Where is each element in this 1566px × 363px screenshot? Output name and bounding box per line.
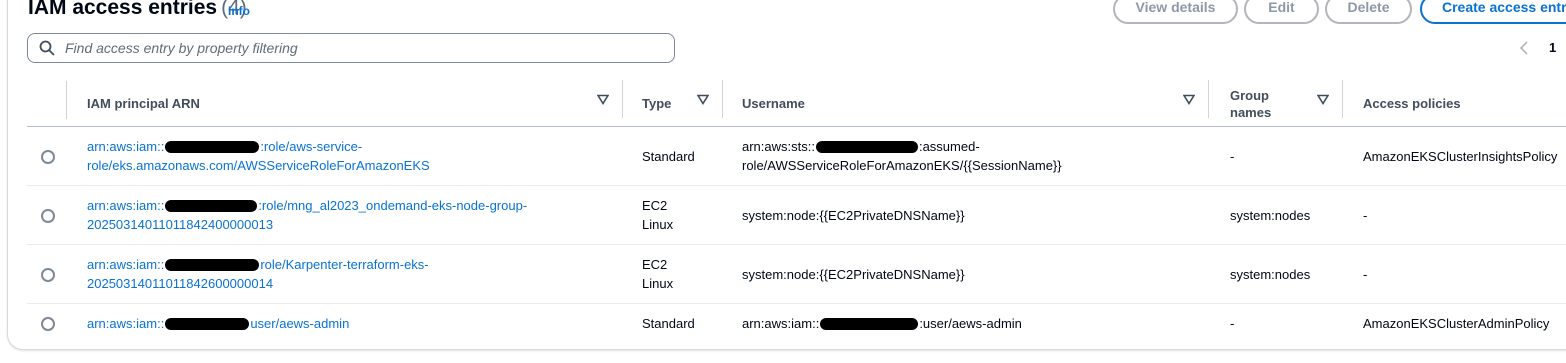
- access-policies-cell: -: [1363, 208, 1368, 223]
- table-header: IAM principal ARN Type Username Group nam…: [27, 80, 1566, 127]
- group-names-cell: system:nodes: [1230, 208, 1311, 223]
- group-names-cell: -: [1230, 316, 1235, 331]
- search-icon: [39, 40, 55, 56]
- redaction: [165, 199, 258, 212]
- radio-icon[interactable]: [41, 317, 55, 331]
- column-divider: [66, 81, 67, 119]
- search-field[interactable]: [27, 33, 675, 63]
- sort-caret-icon[interactable]: [697, 94, 709, 105]
- redaction: [165, 317, 250, 330]
- column-header-access-policies[interactable]: Access policies: [1363, 80, 1461, 127]
- chevron-left-icon[interactable]: [1519, 40, 1529, 55]
- column-header-arn[interactable]: IAM principal ARN: [87, 80, 200, 127]
- radio-icon[interactable]: [41, 268, 55, 282]
- access-policies-cell: AmazonEKSClusterAdminPolicy: [1363, 316, 1550, 331]
- redaction: [165, 140, 260, 153]
- redaction: [820, 317, 919, 330]
- redaction: [815, 140, 918, 153]
- group-names-cell: -: [1230, 149, 1235, 164]
- current-page[interactable]: 1: [1549, 40, 1556, 55]
- type-cell: Standard: [642, 149, 695, 164]
- username-cell: system:node:{{EC2PrivateDNSName}}: [742, 267, 965, 282]
- access-policies-cell: -: [1363, 267, 1368, 282]
- sort-caret-icon[interactable]: [1183, 94, 1195, 105]
- column-header-type[interactable]: Type: [642, 80, 671, 127]
- sort-caret-icon[interactable]: [597, 94, 609, 105]
- title-text: IAM access entries: [28, 0, 218, 19]
- delete-button[interactable]: Delete: [1325, 0, 1412, 24]
- sort-caret-icon[interactable]: [1317, 94, 1329, 105]
- column-divider: [722, 80, 723, 118]
- arn-link[interactable]: arn:aws:iam:: role/Karpenter-terraform-ek…: [87, 255, 627, 293]
- username-cell: arn:aws:sts:::assumed- role/AWSServiceRo…: [742, 139, 1062, 173]
- column-divider: [1208, 80, 1209, 118]
- group-names-cell: system:nodes: [1230, 267, 1311, 282]
- arn-link[interactable]: arn:aws:iam:::role/mng_al2023_ondemand-e…: [87, 196, 627, 234]
- create-access-entry-button[interactable]: Create access entry: [1420, 0, 1566, 24]
- table-row[interactable]: arn:aws:iam:::role/mng_al2023_ondemand-e…: [27, 186, 1566, 245]
- username-cell: system:node:{{EC2PrivateDNSName}}: [742, 208, 965, 223]
- radio-icon[interactable]: [41, 209, 55, 223]
- column-divider: [1342, 80, 1343, 118]
- info-link[interactable]: Info: [228, 4, 250, 18]
- access-policies-cell: AmazonEKSClusterInsightsPolicy: [1363, 149, 1558, 164]
- table-row[interactable]: arn:aws:iam:::role/aws-service- role/eks…: [27, 127, 1566, 186]
- type-cell: Standard: [642, 316, 695, 331]
- column-header-group-names[interactable]: Group names: [1230, 80, 1271, 127]
- column-header-username[interactable]: Username: [742, 80, 805, 127]
- column-divider: [622, 80, 623, 118]
- table-row[interactable]: arn:aws:iam:: user/aews-admin Standard ar…: [27, 304, 1566, 344]
- arn-link[interactable]: arn:aws:iam:: user/aews-admin: [87, 314, 627, 333]
- search-input[interactable]: [65, 40, 655, 56]
- redaction: [165, 258, 260, 271]
- username-cell: arn:aws:iam:::user/aews-admin: [742, 316, 1022, 331]
- pagination: 1: [1519, 40, 1556, 55]
- group-names-line2: names: [1230, 104, 1272, 120]
- arn-link[interactable]: arn:aws:iam:::role/aws-service- role/eks…: [87, 137, 627, 175]
- edit-button[interactable]: Edit: [1244, 0, 1319, 24]
- type-cell: EC2 Linux: [642, 198, 674, 232]
- view-details-button[interactable]: View details: [1113, 0, 1238, 24]
- table-row[interactable]: arn:aws:iam:: role/Karpenter-terraform-ek…: [27, 245, 1566, 304]
- radio-icon[interactable]: [41, 150, 55, 164]
- page-title: IAM access entries (4): [28, 0, 247, 20]
- type-cell: EC2 Linux: [642, 257, 674, 291]
- group-names-line1: Group: [1230, 87, 1269, 103]
